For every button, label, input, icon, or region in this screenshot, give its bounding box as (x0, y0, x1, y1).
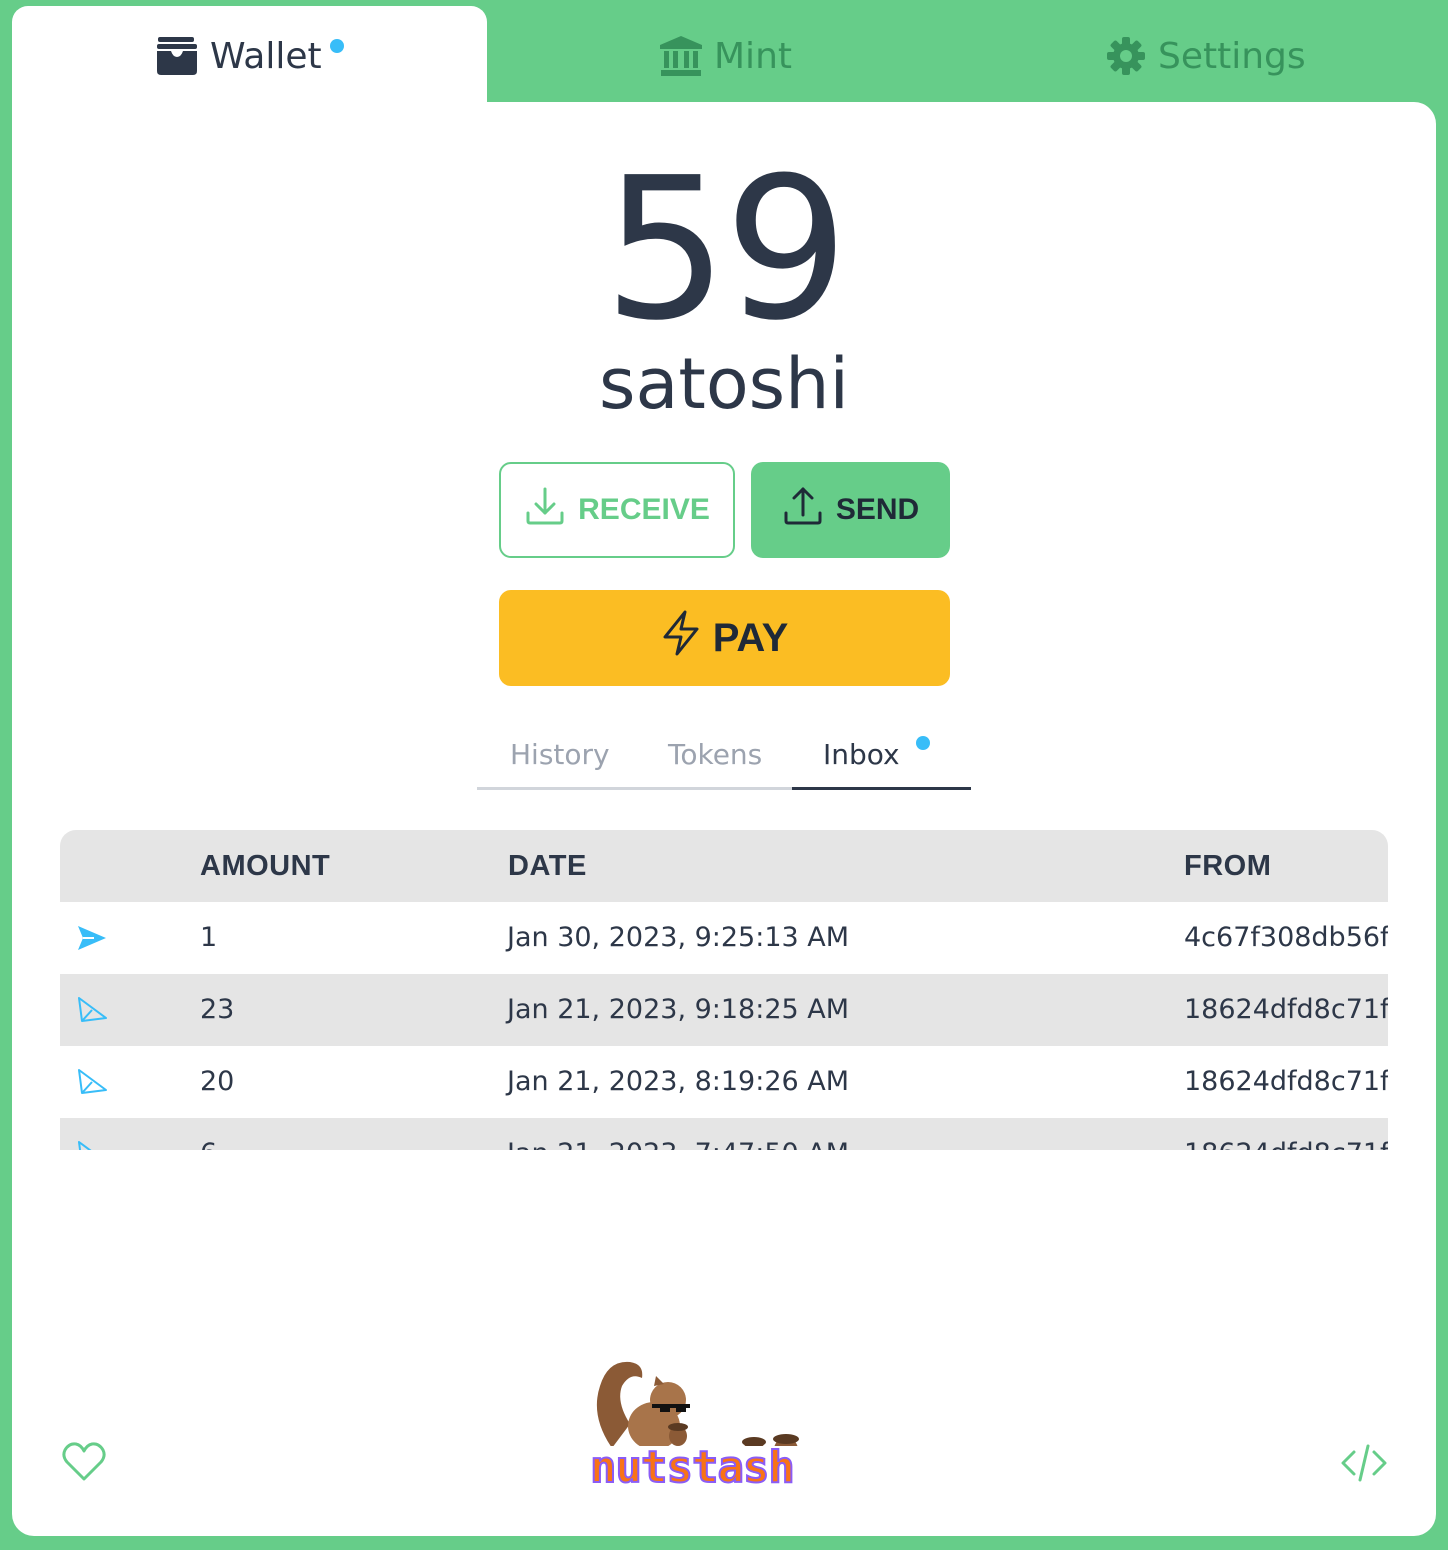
subtab-inbox[interactable]: Inbox (823, 736, 930, 771)
row-from: 18624dfd8c71f8 (1184, 1138, 1388, 1150)
row-from: 18624dfd8c71f8 (1184, 1066, 1388, 1097)
app-frame: Wallet Mint Settings 59 satoshi RECEIVE … (0, 0, 1448, 1550)
receive-label: RECEIVE (578, 493, 710, 526)
tab-mint[interactable]: Mint (660, 28, 792, 84)
logo-text: nutstash (589, 1441, 796, 1494)
row-date: Jan 21, 2023, 8:19:26 AM (507, 1066, 850, 1097)
tab-wallet-label: Wallet (210, 35, 322, 77)
nutstash-logo: nutstash (589, 1356, 852, 1494)
table-row[interactable]: 1 Jan 30, 2023, 9:25:13 AM 4c67f308db56f… (60, 902, 1388, 974)
send-filled-icon[interactable] (76, 924, 108, 956)
tab-mint-label: Mint (714, 35, 792, 77)
notification-dot (329, 39, 344, 53)
table-row[interactable]: 20 Jan 21, 2023, 8:19:26 AM 18624dfd8c71… (60, 1046, 1388, 1118)
inbox-table[interactable]: AMOUNT DATE FROM 1 Jan 30, 2023, 9:25:13… (60, 830, 1388, 1150)
column-header-from: FROM (1184, 850, 1272, 882)
column-header-amount: AMOUNT (200, 850, 331, 882)
subtab-inbox-label: Inbox (823, 738, 900, 771)
receive-button[interactable]: RECEIVE (499, 462, 735, 558)
row-date: Jan 21, 2023, 9:18:25 AM (507, 994, 850, 1025)
pay-label: PAY (712, 615, 789, 660)
table-row[interactable]: 23 Jan 21, 2023, 9:18:25 AM 18624dfd8c71… (60, 974, 1388, 1046)
subtab-tokens[interactable]: Tokens (668, 738, 762, 771)
bank-icon (660, 36, 702, 76)
balance-unit: satoshi (599, 343, 849, 425)
send-label: SEND (835, 493, 920, 526)
send-outline-icon[interactable] (76, 1140, 108, 1150)
balance-amount: 59 (603, 136, 848, 364)
download-icon (524, 485, 566, 535)
row-from: 4c67f308db56f5 (1184, 922, 1388, 953)
wallet-icon (156, 37, 198, 75)
heart-icon[interactable] (62, 1442, 106, 1486)
row-date: Jan 21, 2023, 7:47:50 AM (507, 1138, 849, 1150)
row-date: Jan 30, 2023, 9:25:13 AM (507, 922, 850, 953)
code-icon[interactable] (1340, 1444, 1388, 1486)
row-amount: 1 (200, 922, 218, 953)
tab-settings[interactable]: Settings (1106, 28, 1306, 84)
subtab-history[interactable]: History (510, 738, 610, 771)
row-amount: 20 (200, 1066, 235, 1097)
upload-icon (782, 485, 824, 535)
notification-dot (916, 736, 930, 750)
column-header-date: DATE (508, 850, 587, 882)
row-amount: 6 (200, 1138, 217, 1150)
row-from: 18624dfd8c71f8 (1184, 994, 1388, 1025)
send-button[interactable]: SEND (751, 462, 950, 558)
active-subtab-indicator (792, 787, 971, 790)
tab-wallet[interactable]: Wallet (156, 28, 348, 84)
send-outline-icon[interactable] (76, 1068, 108, 1100)
pay-button[interactable]: PAY (499, 590, 950, 686)
tab-settings-label: Settings (1158, 35, 1306, 77)
lightning-icon (661, 610, 701, 666)
gear-icon (1106, 36, 1146, 76)
send-outline-icon[interactable] (76, 996, 108, 1028)
table-header: AMOUNT DATE FROM (60, 830, 1388, 902)
table-row[interactable]: 6 Jan 21, 2023, 7:47:50 AM 18624dfd8c71f… (60, 1118, 1388, 1150)
wallet-subtabs: History Tokens Inbox (477, 730, 971, 790)
row-amount: 23 (200, 994, 235, 1025)
squirrel-icon (596, 1361, 799, 1464)
